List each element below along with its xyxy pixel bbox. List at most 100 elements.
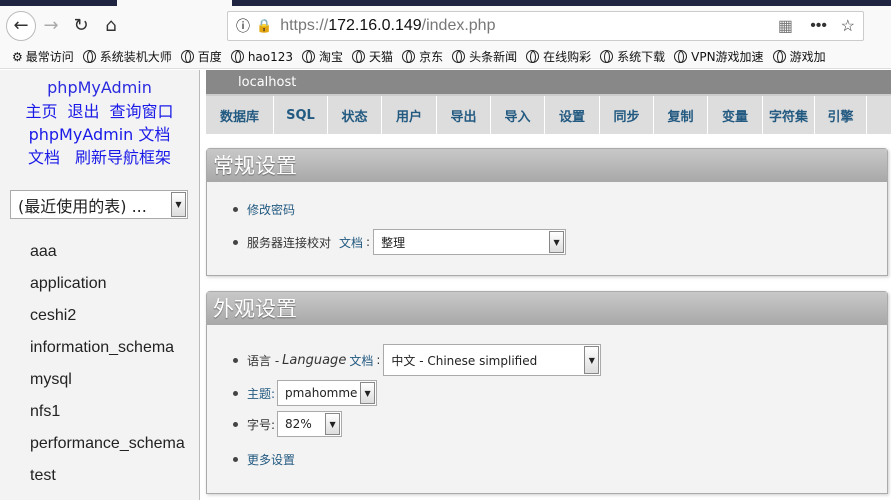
change-password-link[interactable]: 修改密码: [247, 201, 295, 218]
pma-logo[interactable]: phpMyAdmin: [0, 78, 199, 97]
bookmark-label: 天猫: [369, 50, 394, 64]
docs-link[interactable]: 文档: [28, 148, 60, 167]
globe-icon: [526, 50, 540, 63]
bookmark-item[interactable]: 在线购彩: [526, 48, 591, 65]
bookmark-item[interactable]: 淘宝: [302, 48, 343, 65]
database-item[interactable]: aaa: [30, 236, 185, 268]
chevron-down-icon: ▼: [171, 192, 186, 217]
bookmark-label: 最常访问: [25, 50, 74, 64]
url-host: 172.16.0.149: [328, 17, 422, 34]
colon: :: [376, 353, 381, 367]
database-item[interactable]: information_schema: [30, 332, 185, 364]
globe-icon: [772, 50, 786, 63]
bookmark-item[interactable]: 京东: [402, 48, 443, 65]
bookmark-item[interactable]: hao123: [230, 50, 293, 64]
tab-engines[interactable]: 引擎: [815, 96, 867, 134]
collation-select[interactable]: 整理 ▼: [373, 229, 567, 255]
theme-link[interactable]: 主题:: [247, 385, 275, 402]
url-bar[interactable]: ⓘ 🔒 https://172.16.0.149/index.php ▦ •••…: [227, 11, 864, 41]
bookmark-item[interactable]: 系统下载: [600, 48, 665, 65]
bookmark-item[interactable]: 百度: [180, 48, 222, 65]
bookmark-label: 头条新闻: [469, 50, 518, 64]
bookmark-item[interactable]: VPN游戏加速: [674, 48, 764, 65]
database-item[interactable]: application: [30, 268, 185, 300]
tab-replication[interactable]: 复制: [654, 96, 708, 134]
pma-docs-link[interactable]: phpMyAdmin 文档: [29, 125, 171, 144]
globe-icon: [180, 50, 194, 63]
forward-button[interactable]: →: [36, 11, 66, 41]
navigation-sidebar: phpMyAdmin 主页 退出 查询窗口 phpMyAdmin 文档文档 刷新导航…: [0, 70, 200, 500]
globe-icon: [302, 50, 316, 63]
globe-icon: [674, 50, 688, 63]
more-settings-item: 更多设置: [233, 451, 295, 468]
docs-link[interactable]: 文档: [349, 352, 373, 369]
globe-icon: [82, 50, 96, 63]
reload-button[interactable]: ↻: [66, 11, 96, 41]
gear-icon: ⚙: [12, 49, 23, 64]
language-value: 中文 - Chinese simplified: [391, 353, 538, 368]
bookmark-label: 系统装机大师: [99, 50, 172, 64]
bookmark-item[interactable]: 头条新闻: [452, 48, 517, 65]
bookmark-label: 百度: [197, 50, 222, 64]
tab-export[interactable]: 导出: [437, 96, 491, 134]
more-icon[interactable]: •••: [810, 17, 827, 35]
chevron-down-icon: ▼: [549, 231, 565, 253]
sidebar-links: 主页 退出 查询窗口 phpMyAdmin 文档文档 刷新导航框架: [0, 100, 199, 169]
change-password-item: 修改密码: [233, 201, 295, 218]
qr-code-icon[interactable]: ▦: [778, 16, 793, 36]
chevron-down-icon: ▼: [325, 413, 341, 435]
database-item[interactable]: nfs1: [30, 396, 185, 428]
tab-charsets[interactable]: 字符集: [763, 96, 815, 134]
theme-select[interactable]: pmahomme ▼: [277, 380, 378, 406]
tab-settings[interactable]: 设置: [545, 96, 600, 134]
chevron-down-icon: ▼: [360, 382, 376, 404]
database-list: aaa application ceshi2 information_schem…: [30, 236, 185, 492]
tab-variables[interactable]: 变量: [708, 96, 763, 134]
bookmark-label: 京东: [419, 50, 444, 64]
globe-icon: [352, 50, 366, 63]
more-settings-link[interactable]: 更多设置: [247, 451, 295, 468]
recent-tables-select[interactable]: (最近使用的表) ... ▼: [10, 190, 188, 219]
tab-status[interactable]: 状态: [328, 96, 382, 134]
query-window-link[interactable]: 查询窗口: [110, 102, 174, 121]
home-link[interactable]: 主页: [25, 102, 57, 121]
server-breadcrumb[interactable]: localhost: [206, 70, 891, 96]
bookmark-label: 在线购彩: [543, 50, 592, 64]
globe-icon: [230, 50, 244, 63]
url-path: /index.php: [421, 17, 496, 34]
bookmark-item[interactable]: ⚙ 最常访问: [12, 48, 74, 65]
browser-toolbar: ← → ↻ ⌂ ⓘ 🔒 https://172.16.0.149/index.p…: [0, 6, 891, 45]
back-button[interactable]: ←: [6, 10, 36, 41]
top-menu: 数据库 SQL 状态 用户 导出 导入 设置 同步 复制 变量 字符集 引擎: [206, 96, 891, 134]
tab-databases[interactable]: 数据库: [206, 96, 274, 134]
theme-value: pmahomme: [285, 386, 358, 400]
bookmark-item[interactable]: 天猫: [352, 48, 393, 65]
language-label: 语言 -: [247, 353, 280, 368]
tab-import[interactable]: 导入: [491, 96, 545, 134]
bookmark-label: VPN游戏加速: [691, 50, 764, 64]
bookmark-star-icon[interactable]: ☆: [841, 16, 855, 36]
globe-icon: [402, 50, 416, 63]
logout-link[interactable]: 退出: [67, 102, 99, 121]
database-item[interactable]: performance_schema: [30, 428, 185, 460]
collation-label: 服务器连接校对: [247, 235, 332, 250]
insecure-lock-icon[interactable]: 🔒: [256, 18, 272, 34]
info-icon[interactable]: ⓘ: [236, 16, 250, 36]
refresh-nav-link[interactable]: 刷新导航框架: [75, 148, 171, 167]
collation-value: 整理: [381, 235, 406, 250]
tab-sql[interactable]: SQL: [274, 96, 328, 134]
database-item[interactable]: ceshi2: [30, 300, 185, 332]
home-button[interactable]: ⌂: [96, 11, 126, 41]
database-item[interactable]: mysql: [30, 364, 185, 396]
bookmark-item[interactable]: 系统装机大师: [82, 48, 172, 65]
font-size-select[interactable]: 82% ▼: [277, 411, 343, 437]
tab-sync[interactable]: 同步: [600, 96, 654, 134]
database-item[interactable]: test: [30, 460, 185, 492]
bookmark-item[interactable]: 游戏加: [772, 48, 826, 65]
theme-item: 主题: pmahomme ▼: [233, 380, 378, 406]
language-select[interactable]: 中文 - Chinese simplified ▼: [383, 344, 602, 376]
docs-link[interactable]: 文档: [339, 234, 363, 251]
tab-users[interactable]: 用户: [382, 96, 437, 134]
bookmarks-bar: ⚙ 最常访问 系统装机大师 百度 hao123 淘宝 天猫 京东 头条新闻 在线购…: [0, 45, 891, 69]
bookmark-label: 游戏加: [789, 50, 826, 64]
